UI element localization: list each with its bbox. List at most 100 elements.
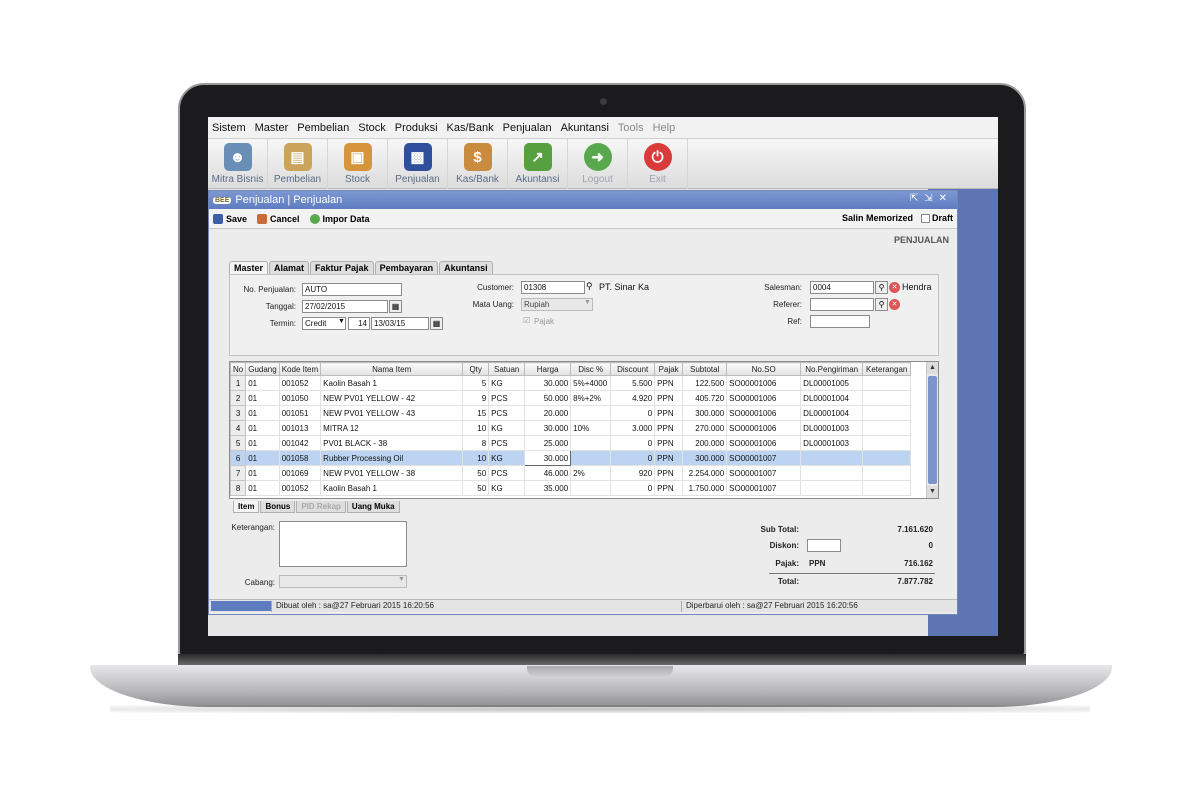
subtab-pid-rekap[interactable]: PID Rekap — [296, 501, 346, 513]
restore-icon[interactable]: ⇱ — [910, 193, 924, 204]
menu-stock[interactable]: Stock — [358, 122, 386, 134]
column-header[interactable]: No.Pengiriman — [800, 362, 864, 376]
column-header[interactable]: Kode Item — [278, 362, 322, 376]
termin-date-field[interactable]: 13/03/15 — [371, 317, 429, 330]
search-icon[interactable]: ⚲ — [875, 281, 888, 294]
table-cell[interactable]: 001013 — [278, 420, 322, 436]
table-cell[interactable]: NEW PV01 YELLOW - 38 — [320, 465, 464, 481]
referer-field[interactable] — [810, 298, 874, 311]
tab-master[interactable]: Master — [229, 261, 269, 275]
table-cell[interactable]: 5.500 — [610, 375, 656, 391]
table-cell[interactable]: 20.000 — [524, 405, 572, 421]
column-header[interactable]: Gudang — [245, 362, 280, 376]
table-cell[interactable] — [570, 480, 612, 496]
salin-memorized-button[interactable]: Salin Memorized — [842, 213, 913, 223]
toolbar-penjualan-button[interactable]: ▩ Penjualan — [388, 139, 448, 189]
tab-pembayaran[interactable]: Pembayaran — [374, 261, 439, 275]
table-cell[interactable]: 9 — [462, 390, 490, 406]
table-cell[interactable]: KG — [488, 450, 526, 466]
table-row[interactable]: 2 01 001050 NEW PV01 YELLOW - 42 9 PCS 50.000 8… — [230, 390, 912, 406]
table-cell[interactable]: KG — [488, 375, 526, 391]
tab-faktur-pajak[interactable]: Faktur Pajak — [310, 261, 374, 275]
table-cell[interactable]: SO00001006 — [726, 420, 802, 436]
diskon-field[interactable] — [807, 539, 841, 552]
table-cell[interactable]: 3.000 — [610, 420, 656, 436]
table-cell[interactable]: NEW PV01 YELLOW - 43 — [320, 405, 464, 421]
tanggal-field[interactable]: 27/02/2015 — [302, 300, 388, 313]
table-cell[interactable] — [570, 450, 612, 466]
column-header[interactable]: No — [230, 362, 247, 376]
table-cell[interactable]: 10 — [462, 450, 490, 466]
close-icon[interactable]: ✕ — [939, 193, 953, 204]
table-cell[interactable]: 200.000 — [682, 435, 728, 451]
menu-help[interactable]: Help — [653, 122, 676, 134]
subtab-bonus[interactable]: Bonus — [260, 501, 296, 513]
table-cell[interactable]: 30.000 — [524, 375, 572, 391]
table-cell[interactable]: 4.920 — [610, 390, 656, 406]
column-header[interactable]: Qty — [462, 362, 490, 376]
menu-penjualan[interactable]: Penjualan — [503, 122, 552, 134]
table-cell[interactable]: PPN — [654, 405, 684, 421]
calendar-icon[interactable]: ▦ — [430, 317, 443, 330]
search-icon[interactable]: ⚲ — [875, 298, 888, 311]
table-cell[interactable] — [862, 390, 912, 406]
table-cell[interactable]: 405.720 — [682, 390, 728, 406]
table-cell[interactable]: 2% — [570, 465, 612, 481]
search-icon[interactable]: ⚲ — [586, 281, 593, 292]
subtab-item[interactable]: Item — [233, 501, 260, 513]
table-cell[interactable]: 2.254.000 — [682, 465, 728, 481]
column-header[interactable]: No.SO — [726, 362, 802, 376]
menu-tools[interactable]: Tools — [618, 122, 644, 134]
table-cell[interactable]: PPN — [654, 450, 684, 466]
toolbar-stock-button[interactable]: ▣ Stock — [328, 139, 388, 189]
table-cell[interactable]: 50.000 — [524, 390, 572, 406]
toolbar-kas-bank-button[interactable]: $ Kas/Bank — [448, 139, 508, 189]
vertical-scrollbar[interactable]: ▲ ▼ — [926, 362, 938, 498]
table-cell[interactable]: 10 — [462, 420, 490, 436]
table-cell[interactable]: SO00001006 — [726, 390, 802, 406]
table-cell[interactable]: 0 — [610, 480, 656, 496]
table-cell[interactable] — [800, 450, 864, 466]
table-cell[interactable] — [862, 420, 912, 436]
table-cell[interactable] — [570, 405, 612, 421]
table-cell[interactable]: 50 — [462, 480, 490, 496]
table-cell[interactable] — [570, 435, 612, 451]
table-cell[interactable]: 0 — [610, 450, 656, 466]
table-cell[interactable]: PCS — [488, 465, 526, 481]
column-header[interactable]: Satuan — [488, 362, 526, 376]
table-cell[interactable]: MITRA 12 — [320, 420, 464, 436]
toolbar-logout-button[interactable]: ➜ Logout — [568, 139, 628, 189]
table-cell[interactable]: PCS — [488, 405, 526, 421]
table-cell[interactable]: 0 — [610, 405, 656, 421]
table-cell[interactable]: 920 — [610, 465, 656, 481]
table-cell[interactable]: 8%+2% — [570, 390, 612, 406]
table-cell[interactable]: PPN — [654, 420, 684, 436]
table-cell[interactable]: 01 — [245, 390, 280, 406]
scroll-down-icon[interactable]: ▼ — [927, 486, 938, 498]
table-cell[interactable]: 270.000 — [682, 420, 728, 436]
table-cell[interactable]: 30.000 — [524, 450, 572, 466]
table-cell[interactable]: 300.000 — [682, 405, 728, 421]
table-cell[interactable]: 001052 — [278, 480, 322, 496]
table-cell[interactable]: PCS — [488, 435, 526, 451]
table-cell[interactable]: SO00001006 — [726, 375, 802, 391]
table-row[interactable]: 3 01 001051 NEW PV01 YELLOW - 43 15 PCS 20.000… — [230, 405, 912, 421]
table-cell[interactable]: 001042 — [278, 435, 322, 451]
table-cell[interactable]: 300.000 — [682, 450, 728, 466]
mata-uang-select[interactable]: Rupiah — [521, 298, 593, 311]
table-cell[interactable]: PPN — [654, 375, 684, 391]
table-cell[interactable]: 01 — [245, 405, 280, 421]
tab-akuntansi[interactable]: Akuntansi — [439, 261, 493, 275]
clear-icon[interactable]: ✕ — [889, 282, 900, 293]
table-cell[interactable]: 50 — [462, 465, 490, 481]
table-cell[interactable]: 01 — [245, 420, 280, 436]
table-cell[interactable]: KG — [488, 480, 526, 496]
table-cell[interactable]: NEW PV01 YELLOW - 42 — [320, 390, 464, 406]
table-cell[interactable]: 0 — [610, 435, 656, 451]
table-cell[interactable]: Kaolin Basah 1 — [320, 375, 464, 391]
table-cell[interactable]: 001058 — [278, 450, 322, 466]
toolbar-akuntansi-button[interactable]: ↗ Akuntansi — [508, 139, 568, 189]
toolbar-pembelian-button[interactable]: ▤ Pembelian — [268, 139, 328, 189]
table-row[interactable]: 1 01 001052 Kaolin Basah 1 5 KG 30.000 5%+4000 5… — [230, 375, 912, 391]
table-cell[interactable]: PV01 BLACK - 38 — [320, 435, 464, 451]
